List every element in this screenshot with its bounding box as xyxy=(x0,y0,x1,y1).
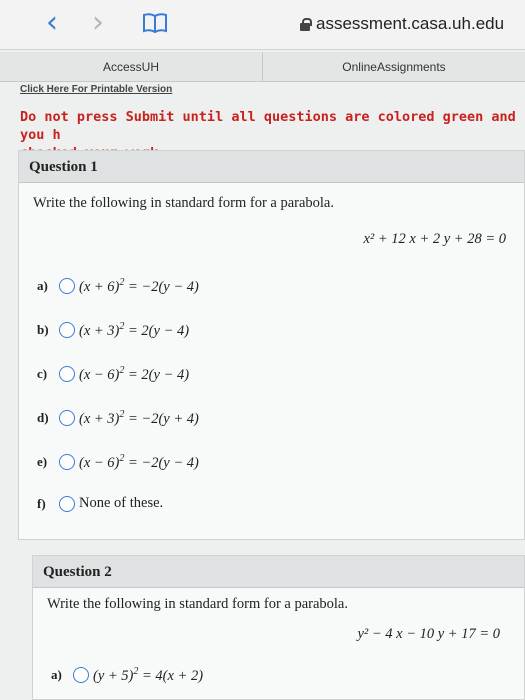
choice-1c[interactable]: c) (x − 6)2 = 2(y − 4) xyxy=(37,365,189,384)
browser-toolbar: ‹ › assessment.casa.uh.edu xyxy=(0,0,525,50)
back-icon[interactable]: ‹ xyxy=(46,8,58,38)
choice-text: (y + 5)2 = 4(x + 2) xyxy=(93,666,204,684)
choice-label: e) xyxy=(37,454,48,470)
choice-label: c) xyxy=(37,366,48,382)
choice-text: (x + 6)2 = −2(y − 4) xyxy=(79,277,199,295)
printable-version-link[interactable]: Click Here For Printable Version xyxy=(20,84,172,95)
choice-label: d) xyxy=(37,410,49,426)
choice-2a[interactable]: a) (y + 5)2 = 4(x + 2) xyxy=(51,666,203,685)
question-2-title: Question 2 xyxy=(33,556,524,588)
choice-1e[interactable]: e) (x − 6)2 = −2(y − 4) xyxy=(37,453,199,472)
choice-1b[interactable]: b) (x + 3)2 = 2(y − 4) xyxy=(37,321,189,340)
choice-1f[interactable]: f) None of these. xyxy=(37,495,163,512)
forward-icon[interactable]: › xyxy=(92,8,104,38)
tab-accessuh[interactable]: AccessUH xyxy=(0,52,262,81)
radio-button[interactable] xyxy=(59,278,75,295)
question-1-prompt: Write the following in standard form for… xyxy=(33,195,334,211)
choice-text: (x − 6)2 = −2(y − 4) xyxy=(79,453,199,471)
choice-label: b) xyxy=(37,322,49,338)
radio-button[interactable] xyxy=(59,322,75,339)
radio-button[interactable] xyxy=(73,667,89,684)
question-1-card: Question 1 Write the following in standa… xyxy=(18,150,525,540)
question-2-card: Question 2 Write the following in standa… xyxy=(32,555,525,700)
choice-label: a) xyxy=(51,667,62,683)
choice-text: None of these. xyxy=(79,495,164,511)
choice-text: (x + 3)2 = 2(y − 4) xyxy=(79,321,190,339)
question-1-title: Question 1 xyxy=(19,151,524,183)
radio-button[interactable] xyxy=(59,454,75,471)
choice-text: (x − 6)2 = 2(y − 4) xyxy=(79,365,190,383)
bookmarks-icon[interactable] xyxy=(142,12,168,34)
radio-button[interactable] xyxy=(59,495,75,512)
question-2-equation: y² − 4 x − 10 y + 17 = 0 xyxy=(357,626,500,642)
choice-text: (x + 3)2 = −2(y + 4) xyxy=(79,409,199,427)
site-tabs: AccessUH OnlineAssignments xyxy=(0,52,525,82)
question-2-prompt: Write the following in standard form for… xyxy=(47,596,348,612)
choice-1d[interactable]: d) (x + 3)2 = −2(y + 4) xyxy=(37,409,199,428)
choice-label: f) xyxy=(37,495,46,511)
question-1-equation: x² + 12 x + 2 y + 28 = 0 xyxy=(363,231,506,247)
url-text: assessment.casa.uh.edu xyxy=(316,14,505,33)
radio-button[interactable] xyxy=(59,366,75,383)
radio-button[interactable] xyxy=(59,410,75,427)
address-bar[interactable]: assessment.casa.uh.edu xyxy=(300,14,504,34)
tab-onlineassignments[interactable]: OnlineAssignments xyxy=(262,52,525,81)
lock-icon xyxy=(300,17,312,31)
choice-1a[interactable]: a) (x + 6)2 = −2(y − 4) xyxy=(37,277,199,296)
choice-label: a) xyxy=(37,278,48,294)
